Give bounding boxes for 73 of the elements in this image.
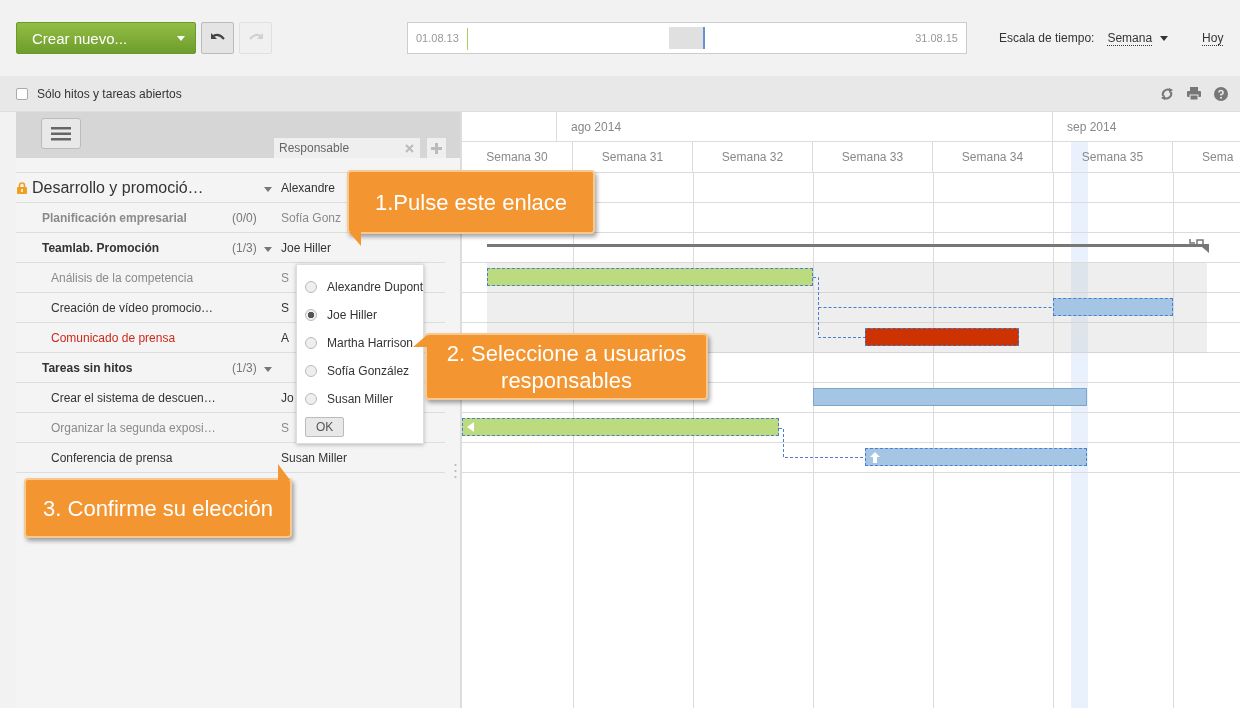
- task-name[interactable]: Comunicado de prensa: [51, 330, 176, 345]
- left-arrow-icon: [467, 422, 475, 432]
- caret-icon[interactable]: [264, 366, 272, 372]
- milestone-name[interactable]: Teamlab. Promoción: [42, 240, 160, 255]
- task-count: (1/3): [232, 240, 257, 255]
- task-name[interactable]: Creación de vídeo promocio…: [51, 300, 214, 315]
- caret-icon: [177, 35, 185, 41]
- time-scale-label: Escala de tiempo:: [999, 31, 1095, 45]
- callout: 3. Confirme su elección: [24, 464, 292, 538]
- responsible-name[interactable]: A: [281, 330, 289, 345]
- task-name[interactable]: Conferencia de prensa: [51, 450, 173, 465]
- week-label: Semana 33: [841, 150, 904, 164]
- add-column-button[interactable]: [427, 138, 446, 158]
- month-label: sep 2014: [1067, 119, 1117, 134]
- task-bar[interactable]: [865, 328, 1019, 346]
- callout: 1.Pulse este enlace: [347, 170, 595, 246]
- task-bar[interactable]: [462, 418, 779, 436]
- user-option-label[interactable]: Joe Hiller: [327, 308, 377, 322]
- filter-label: Sólo hitos y tareas abiertos: [37, 86, 182, 101]
- task-bar[interactable]: [813, 388, 1087, 406]
- up-arrow-icon: [870, 451, 880, 463]
- user-option-label[interactable]: Martha Harrison: [327, 336, 414, 350]
- radio-button[interactable]: [305, 365, 317, 377]
- caret-icon: [1160, 35, 1169, 41]
- user-option-label[interactable]: Alexandre Dupont: [327, 280, 424, 294]
- caret-icon[interactable]: [264, 246, 272, 252]
- responsible-name[interactable]: Jo: [281, 390, 294, 405]
- help-icon[interactable]: [1214, 86, 1228, 101]
- task-count: (0/0): [232, 210, 257, 225]
- task-bar[interactable]: [487, 268, 813, 286]
- week-label: Semana 31: [601, 150, 664, 164]
- radio-button[interactable]: [305, 393, 317, 405]
- week-label: Semana 34: [961, 150, 1024, 164]
- responsible-name[interactable]: Joe Hiller: [281, 240, 331, 255]
- menu-icon: [51, 126, 71, 141]
- checkbox[interactable]: [16, 87, 28, 100]
- week-label: Sema: [1202, 150, 1234, 164]
- responsible-name[interactable]: Susan Miller: [281, 450, 348, 465]
- week-label: Semana 32: [721, 150, 784, 164]
- callout: 2. Seleccione a usuarios responsables: [413, 333, 708, 400]
- radio-button[interactable]: [305, 281, 317, 293]
- timeline-start-label: 01.08.13: [416, 32, 459, 44]
- project-name[interactable]: Desarrollo y promoció…: [32, 178, 204, 197]
- task-count: (1/3): [232, 360, 257, 375]
- close-icon[interactable]: [405, 143, 414, 153]
- plus-icon: [431, 142, 442, 154]
- user-option-label[interactable]: Sofía González: [327, 364, 410, 378]
- milestone-name[interactable]: Tareas sin hitos: [42, 360, 133, 375]
- milestone-summary-bar[interactable]: [487, 239, 1209, 253]
- month-label: ago 2014: [571, 119, 622, 134]
- task-bar[interactable]: [1053, 298, 1173, 316]
- column-tab[interactable]: Responsable: [274, 138, 420, 158]
- menu-button[interactable]: [41, 118, 81, 149]
- task-name[interactable]: Crear el sistema de descuen…: [51, 390, 216, 405]
- user-option-label[interactable]: Susan Miller: [327, 392, 394, 406]
- column-tab-label: Responsable: [279, 141, 350, 155]
- responsible-name[interactable]: S: [281, 300, 289, 315]
- timeline-handle[interactable]: [669, 27, 705, 49]
- caret-icon[interactable]: [264, 186, 272, 192]
- refresh-icon[interactable]: [1160, 86, 1174, 101]
- time-scale-dropdown[interactable]: Semana: [1107, 30, 1153, 46]
- timeline-end-label: 31.08.15: [915, 32, 958, 44]
- radio-button[interactable]: [305, 337, 317, 349]
- today-link[interactable]: Hoy: [1202, 30, 1224, 46]
- week-label: Semana 35: [1081, 150, 1144, 164]
- ok-button[interactable]: OK: [305, 417, 345, 437]
- week-label: Semana 30: [486, 150, 548, 164]
- resize-handle[interactable]: [454, 462, 457, 480]
- print-icon[interactable]: [1187, 87, 1201, 100]
- radio-button[interactable]: [305, 309, 317, 321]
- undo-button[interactable]: [201, 22, 234, 54]
- task-bar[interactable]: [865, 448, 1087, 466]
- responsible-name[interactable]: Alexandre: [281, 180, 336, 195]
